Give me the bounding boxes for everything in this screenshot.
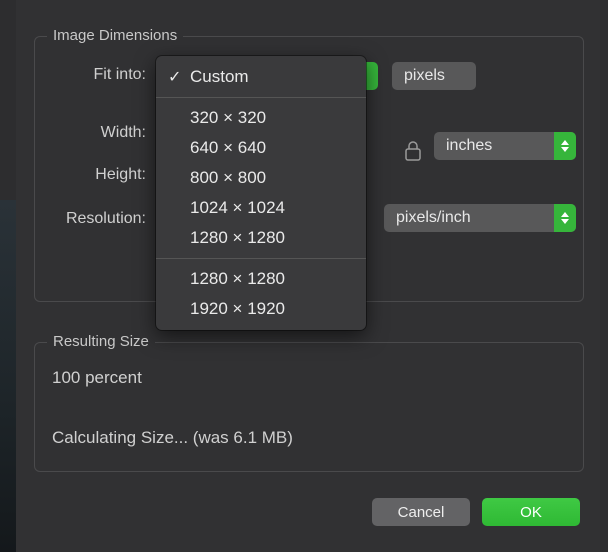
- fit-into-option-800[interactable]: 800 × 800: [156, 163, 366, 193]
- window-edge-decoration: [0, 200, 16, 552]
- updown-arrows-icon: [554, 204, 576, 232]
- menu-item-label: 320 × 320: [190, 108, 266, 128]
- image-dimensions-title: Image Dimensions: [47, 27, 183, 44]
- fit-into-select-arrows-peek[interactable]: [364, 62, 378, 90]
- ok-button[interactable]: OK: [482, 498, 580, 526]
- size-unit-select[interactable]: inches: [434, 132, 576, 160]
- fit-into-option-1280[interactable]: 1280 × 1280: [156, 223, 366, 253]
- menu-item-label: 1920 × 1920: [190, 299, 285, 319]
- resulting-percent-text: 100 percent: [52, 368, 142, 388]
- calculating-size-text: Calculating Size... (was 6.1 MB): [52, 428, 293, 448]
- menu-separator: [156, 97, 366, 98]
- cancel-button-label: Cancel: [398, 504, 445, 521]
- adjust-size-dialog: Image Dimensions Fit into: pixels Width:…: [16, 0, 600, 552]
- size-unit-value: inches: [446, 137, 492, 155]
- ok-button-label: OK: [520, 504, 542, 521]
- menu-item-label: Custom: [190, 67, 249, 87]
- lock-icon[interactable]: [404, 140, 422, 167]
- resolution-unit-value: pixels/inch: [396, 209, 471, 227]
- menu-item-label: 800 × 800: [190, 168, 266, 188]
- resulting-size-title: Resulting Size: [47, 333, 155, 350]
- menu-item-label: 640 × 640: [190, 138, 266, 158]
- cancel-button[interactable]: Cancel: [372, 498, 470, 526]
- fit-into-option-320[interactable]: 320 × 320: [156, 103, 366, 133]
- menu-item-label: 1280 × 1280: [190, 228, 285, 248]
- menu-item-label: 1024 × 1024: [190, 198, 285, 218]
- fit-into-option-1280b[interactable]: 1280 × 1280: [156, 264, 366, 294]
- resolution-unit-select[interactable]: pixels/inch: [384, 204, 576, 232]
- menu-item-label: 1280 × 1280: [190, 269, 285, 289]
- fit-into-option-640[interactable]: 640 × 640: [156, 133, 366, 163]
- fit-into-unit-select[interactable]: pixels: [392, 62, 476, 90]
- resulting-size-group: Resulting Size: [34, 342, 584, 472]
- fit-into-unit-value: pixels: [404, 67, 445, 85]
- fit-into-option-1024[interactable]: 1024 × 1024: [156, 193, 366, 223]
- width-label: Width:: [56, 124, 146, 142]
- updown-arrows-icon: [554, 132, 576, 160]
- height-label: Height:: [56, 166, 146, 184]
- menu-separator: [156, 258, 366, 259]
- fit-into-label: Fit into:: [56, 66, 146, 84]
- resolution-label: Resolution:: [36, 210, 146, 228]
- fit-into-option-1920[interactable]: 1920 × 1920: [156, 294, 366, 324]
- fit-into-dropdown-menu: Custom 320 × 320 640 × 640 800 × 800 102…: [156, 56, 366, 330]
- fit-into-option-custom[interactable]: Custom: [156, 62, 366, 92]
